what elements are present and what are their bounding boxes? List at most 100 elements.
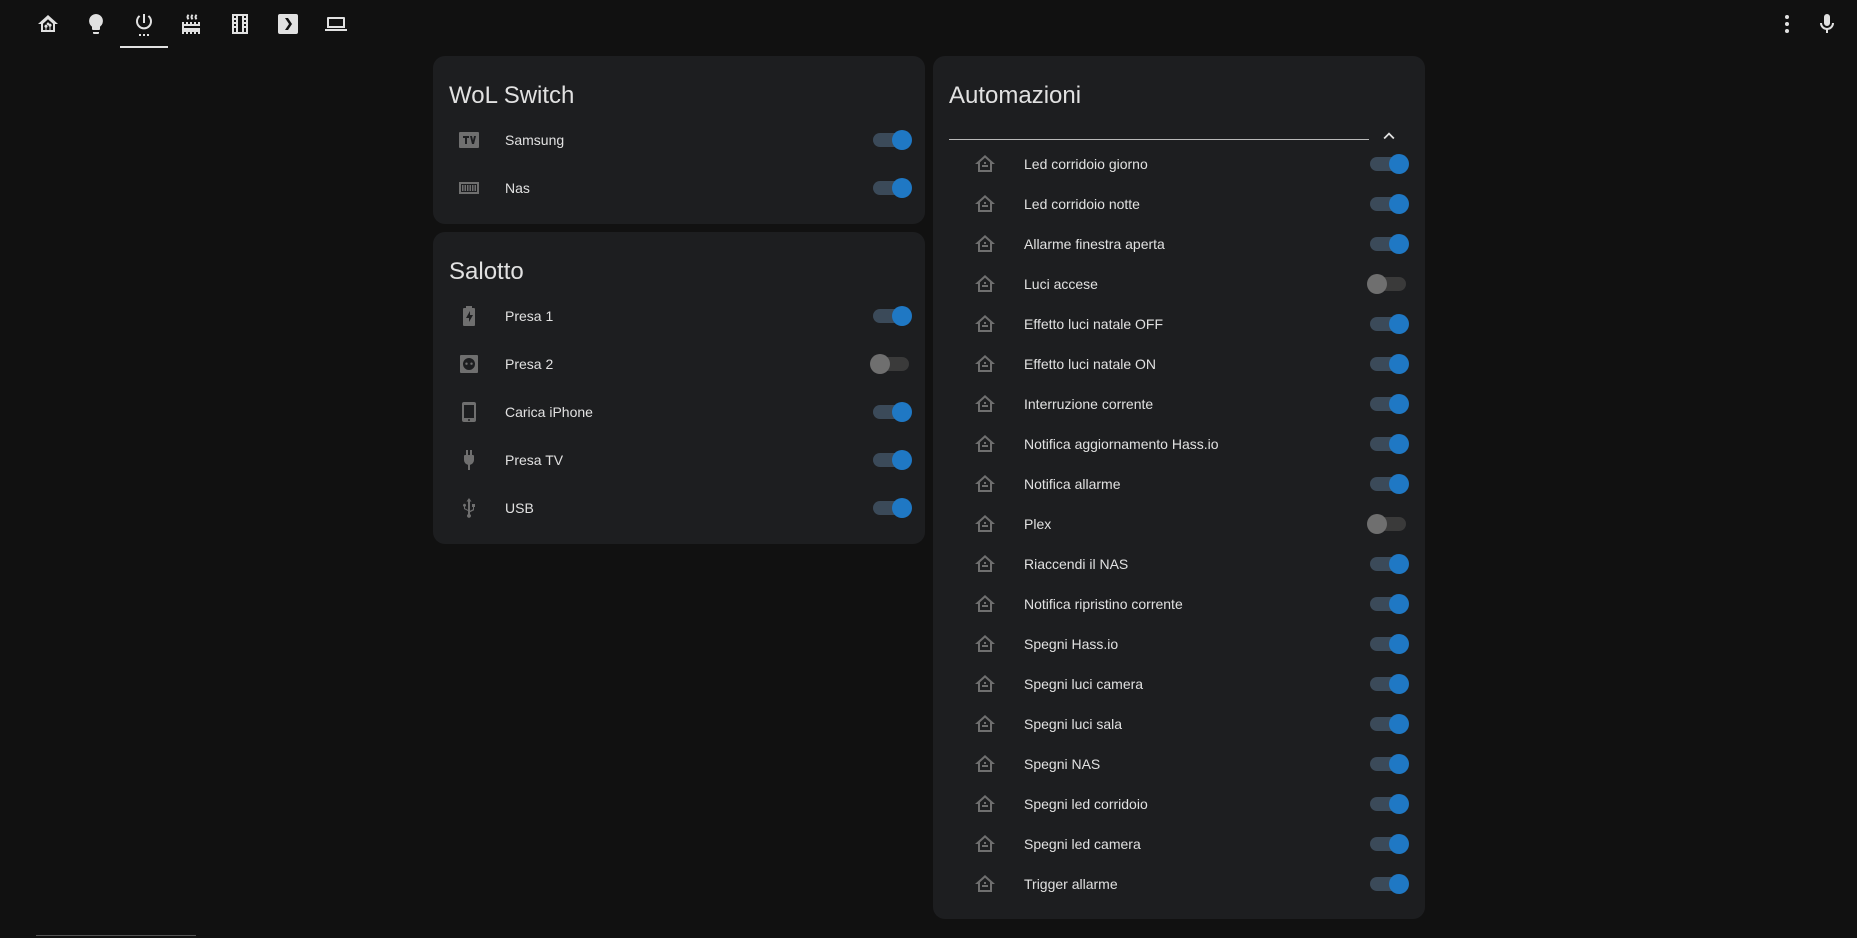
automazioni-card: Automazioni Led corridoio giorno Led corr…: [933, 56, 1425, 919]
card-title: Salotto: [449, 258, 524, 285]
automation-toggle[interactable]: [1370, 314, 1409, 334]
film-icon: [232, 14, 248, 34]
automation-toggle[interactable]: [1370, 674, 1409, 694]
entity-row-carica-iphone: Carica iPhone: [433, 392, 925, 432]
tab-home[interactable]: [24, 0, 72, 48]
toggle-knob: [1389, 554, 1409, 574]
robot-house-icon: [973, 352, 997, 376]
toggle-knob: [1389, 674, 1409, 694]
nas-icon: [457, 176, 481, 200]
automation-toggle[interactable]: [1370, 194, 1409, 214]
automation-label: Spegni Hass.io: [1024, 636, 1119, 652]
automation-row: Spegni led camera: [933, 824, 1425, 864]
automation-row: Spegni led corridoio: [933, 784, 1425, 824]
tab-computer[interactable]: [312, 0, 360, 48]
entity-label: USB: [505, 500, 534, 516]
toggle-knob: [1389, 594, 1409, 614]
robot-house-icon: [973, 832, 997, 856]
toggle-knob: [1389, 394, 1409, 414]
automation-toggle[interactable]: [1370, 394, 1409, 414]
entity-row-nas: Nas: [433, 168, 925, 208]
wol-switch-card: WoL Switch Samsung Nas: [433, 56, 925, 224]
toggle-knob: [1367, 274, 1387, 294]
menu-button[interactable]: [1775, 12, 1799, 36]
automation-toggle[interactable]: [1370, 354, 1409, 374]
tab-power[interactable]: [120, 0, 168, 48]
automation-label: Interruzione corrente: [1024, 396, 1154, 412]
automation-label: Effetto luci natale ON: [1024, 356, 1157, 372]
entity-label: Presa 2: [505, 356, 554, 372]
automation-toggle[interactable]: [1370, 874, 1409, 894]
automation-row: Riaccendi il NAS: [933, 544, 1425, 584]
presa-2-toggle[interactable]: [870, 354, 909, 374]
samsung-toggle[interactable]: [873, 130, 912, 150]
automation-toggle[interactable]: [1367, 274, 1406, 294]
toggle-knob: [1367, 514, 1387, 534]
automation-row: Led corridoio giorno: [933, 144, 1425, 184]
robot-house-icon: [973, 472, 997, 496]
automation-toggle[interactable]: [1370, 154, 1409, 174]
nas-toggle[interactable]: [873, 178, 912, 198]
toggle-knob: [1389, 874, 1409, 894]
automation-toggle[interactable]: [1370, 554, 1409, 574]
robot-house-icon: [973, 232, 997, 256]
tab-media[interactable]: [216, 0, 264, 48]
automation-row: Notifica aggiornamento Hass.io: [933, 424, 1425, 464]
robot-house-icon: [973, 392, 997, 416]
automation-toggle[interactable]: [1370, 234, 1409, 254]
toggle-knob: [1389, 834, 1409, 854]
toggle-knob: [1389, 234, 1409, 254]
automation-label: Spegni led camera: [1024, 836, 1141, 852]
presa-tv-toggle[interactable]: [873, 450, 912, 470]
voice-button[interactable]: [1815, 12, 1839, 36]
automation-toggle[interactable]: [1370, 594, 1409, 614]
robot-house-icon: [973, 872, 997, 896]
robot-house-icon: [973, 312, 997, 336]
robot-house-icon: [973, 152, 997, 176]
entity-row-presa-1: Presa 1: [433, 296, 925, 336]
tab-lights[interactable]: [72, 0, 120, 48]
automation-label: Led corridoio giorno: [1024, 156, 1148, 172]
entity-row-samsung: Samsung: [433, 120, 925, 160]
automation-toggle[interactable]: [1370, 634, 1409, 654]
card-title: Automazioni: [949, 82, 1082, 109]
automation-label: Spegni led corridoio: [1024, 796, 1148, 812]
automation-toggle[interactable]: [1370, 714, 1409, 734]
tab-heating[interactable]: [168, 0, 216, 48]
automation-row: Plex: [933, 504, 1425, 544]
automation-row: Led corridoio notte: [933, 184, 1425, 224]
robot-house-icon: [973, 712, 997, 736]
robot-house-icon: [973, 752, 997, 776]
robot-house-icon: [973, 272, 997, 296]
usb-toggle[interactable]: [873, 498, 912, 518]
entity-label: Nas: [505, 180, 530, 196]
automation-toggle[interactable]: [1370, 794, 1409, 814]
automation-row: Spegni luci camera: [933, 664, 1425, 704]
automation-row: Trigger allarme: [933, 864, 1425, 904]
toggle-knob: [1389, 154, 1409, 174]
robot-house-icon: [973, 672, 997, 696]
robot-house-icon: [973, 192, 997, 216]
automation-row: Spegni luci sala: [933, 704, 1425, 744]
automation-toggle[interactable]: [1370, 834, 1409, 854]
entity-label: Carica iPhone: [505, 404, 593, 420]
robot-house-icon: [973, 552, 997, 576]
automation-label: Notifica allarme: [1024, 476, 1121, 492]
tv-icon: [457, 128, 481, 152]
automation-toggle[interactable]: [1370, 754, 1409, 774]
toggle-knob: [1389, 434, 1409, 454]
tab-plex[interactable]: [264, 0, 312, 48]
automation-toggle[interactable]: [1370, 434, 1409, 454]
usb-icon: [457, 496, 481, 520]
robot-house-icon: [973, 512, 997, 536]
entity-label: Samsung: [505, 132, 565, 148]
toggle-knob: [1389, 474, 1409, 494]
toggle-knob: [1389, 794, 1409, 814]
presa-1-toggle[interactable]: [873, 306, 912, 326]
automation-toggle[interactable]: [1370, 474, 1409, 494]
entity-row-presa-2: Presa 2: [433, 344, 925, 384]
battery-charging-icon: [457, 304, 481, 328]
carica-iphone-toggle[interactable]: [873, 402, 912, 422]
automation-toggle[interactable]: [1367, 514, 1406, 534]
automation-label: Notifica ripristino corrente: [1024, 596, 1183, 612]
